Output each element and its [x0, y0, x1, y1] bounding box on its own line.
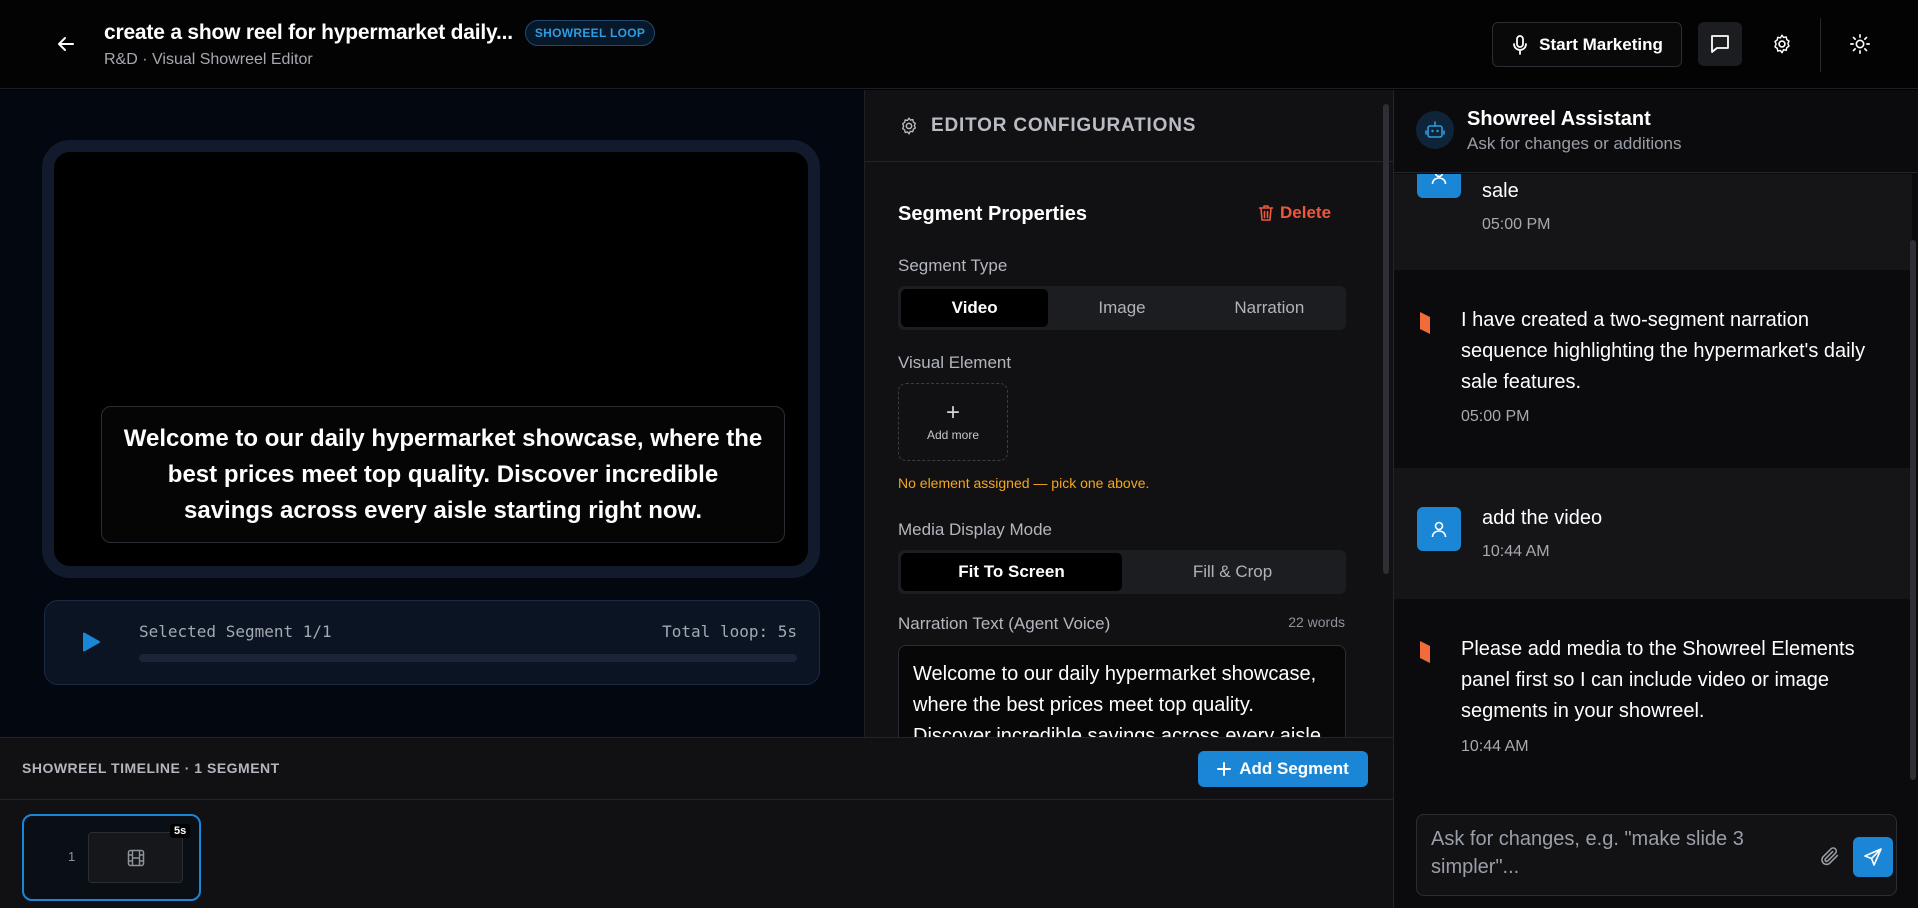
gear-icon — [902, 116, 916, 135]
visual-element-label: Visual Element — [898, 353, 1012, 372]
play-button[interactable] — [81, 631, 103, 655]
playback-bar: Selected Segment 1/1 Total loop: 5s — [44, 600, 820, 685]
message-time: 10:44 AM — [1461, 738, 1529, 755]
timeline-title: SHOWREEL TIMELINE · 1 SEGMENT — [22, 760, 280, 776]
message-text: sale — [1482, 180, 1519, 202]
microphone-icon — [1513, 34, 1528, 55]
narration-label: Narration Text (Agent Voice) — [898, 614, 1111, 633]
segment-type-image[interactable]: Image — [1048, 289, 1195, 327]
film-icon — [127, 849, 144, 866]
assistant-panel: Showreel Assistant Ask for changes or ad… — [1393, 90, 1918, 908]
assistant-marker-icon — [1420, 312, 1430, 334]
back-button[interactable] — [50, 30, 82, 58]
user-avatar — [1417, 174, 1461, 198]
plus-icon: + — [945, 399, 960, 426]
segment-type-label: Segment Type — [898, 256, 1008, 275]
user-icon — [1431, 174, 1447, 185]
narration-textarea[interactable]: Welcome to our daily hypermarket showcas… — [898, 645, 1346, 737]
header-divider — [1820, 18, 1821, 72]
paperclip-icon — [1821, 847, 1839, 866]
assistant-subtitle: Ask for changes or additions — [1467, 134, 1682, 153]
caption-text: Welcome to our daily hypermarket showcas… — [123, 424, 763, 524]
delete-segment-button[interactable]: Delete — [1258, 203, 1331, 223]
segment-properties-title: Segment Properties — [898, 203, 1087, 225]
message-time: 05:00 PM — [1482, 216, 1551, 233]
segment-duration: 5s — [170, 824, 191, 838]
trash-icon — [1258, 205, 1274, 221]
editor-header: EDITOR CONFIGURATIONS — [865, 90, 1393, 162]
timeline-header: SHOWREEL TIMELINE · 1 SEGMENT Add Segmen… — [0, 738, 1393, 800]
message-time: 10:44 AM — [1482, 543, 1550, 560]
media-mode-fill[interactable]: Fill & Crop — [1122, 553, 1343, 591]
chat-input[interactable] — [1431, 825, 1811, 885]
timeline-panel: SHOWREEL TIMELINE · 1 SEGMENT Add Segmen… — [0, 737, 1393, 908]
word-count: 22 words — [1288, 614, 1345, 630]
segment-thumbnail — [88, 832, 183, 883]
assistant-header: Showreel Assistant Ask for changes or ad… — [1394, 90, 1918, 173]
chat-message-user: sale 05:00 PM — [1394, 174, 1912, 270]
app-header: create a show reel for hypermarket daily… — [0, 0, 1918, 89]
showreel-loop-badge: SHOWREEL LOOP — [524, 20, 656, 46]
segment-type-video[interactable]: Video — [901, 289, 1049, 327]
chat-message-user: add the video 10:44 AM — [1394, 468, 1912, 599]
segment-number: 1 — [68, 849, 76, 864]
chat-scrollbar[interactable] — [1910, 240, 1916, 780]
preview-frame: Welcome to our daily hypermarket showcas… — [42, 140, 820, 578]
editor-panel: EDITOR CONFIGURATIONS Segment Properties… — [864, 90, 1393, 737]
start-marketing-button[interactable]: Start Marketing — [1492, 22, 1682, 67]
user-icon — [1431, 521, 1447, 538]
message-text: I have created a two-segment narration s… — [1461, 309, 1866, 393]
add-segment-button[interactable]: Add Segment — [1198, 751, 1368, 787]
send-icon — [1864, 848, 1882, 866]
plus-icon — [1217, 762, 1232, 776]
send-button[interactable] — [1853, 837, 1893, 877]
user-avatar — [1417, 507, 1461, 551]
gear-icon — [1774, 34, 1790, 54]
message-list: sale 05:00 PM I have created a two-segme… — [1394, 174, 1912, 793]
chat-message-assistant: Please add media to the Showreel Element… — [1394, 599, 1912, 793]
arrow-left-icon — [58, 37, 74, 51]
message-time: 05:00 PM — [1461, 408, 1530, 425]
assistant-name: Showreel Assistant — [1467, 108, 1651, 130]
chat-toggle-button[interactable] — [1698, 22, 1742, 66]
segment-type-narration[interactable]: Narration — [1196, 289, 1343, 327]
no-element-warning: No element assigned — pick one above. — [898, 475, 1150, 491]
message-text: Please add media to the Showreel Element… — [1461, 638, 1855, 722]
message-text: add the video — [1482, 507, 1603, 529]
play-icon — [83, 632, 100, 652]
timeline-segment-card[interactable]: 1 5s — [22, 814, 201, 901]
title-block: create a show reel for hypermarket daily… — [104, 20, 656, 69]
assistant-avatar — [1416, 111, 1454, 149]
segment-type-toggle: Video Image Narration — [898, 286, 1346, 330]
settings-button[interactable] — [1760, 22, 1804, 66]
delete-label: Delete — [1280, 203, 1332, 222]
chat-message-assistant: I have created a two-segment narration s… — [1394, 270, 1912, 468]
add-visual-element-button[interactable]: + Add more — [898, 383, 1008, 461]
start-marketing-label: Start Marketing — [1539, 34, 1663, 54]
chat-composer — [1416, 814, 1897, 896]
page-title: create a show reel for hypermarket daily… — [104, 21, 513, 44]
message-square-icon — [1711, 35, 1729, 53]
page-subtitle: R&D · Visual Showreel Editor — [104, 51, 313, 68]
sun-icon — [1850, 34, 1870, 54]
preview-area: Welcome to our daily hypermarket showcas… — [0, 90, 864, 737]
caption-overlay: Welcome to our daily hypermarket showcas… — [101, 406, 785, 543]
editor-scrollbar[interactable] — [1383, 104, 1389, 574]
selected-segment-label: Selected Segment 1/1 — [139, 622, 332, 641]
bot-icon — [1425, 121, 1445, 138]
add-more-label: Add more — [926, 428, 980, 442]
media-display-label: Media Display Mode — [898, 520, 1053, 539]
total-loop-label: Total loop: 5s — [662, 622, 797, 641]
attach-button[interactable] — [1819, 845, 1843, 869]
assistant-marker-icon — [1420, 641, 1430, 663]
editor-body: Segment Properties Delete Segment Type V… — [865, 163, 1381, 737]
editor-heading: EDITOR CONFIGURATIONS — [931, 114, 1197, 136]
theme-toggle-button[interactable] — [1838, 22, 1882, 66]
progress-track[interactable] — [139, 654, 797, 662]
add-segment-label: Add Segment — [1239, 759, 1349, 778]
media-display-toggle: Fit To Screen Fill & Crop — [898, 550, 1346, 594]
media-mode-fit[interactable]: Fit To Screen — [901, 553, 1122, 591]
